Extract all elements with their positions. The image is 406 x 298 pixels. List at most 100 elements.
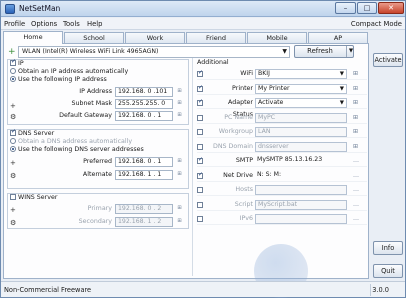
dns-group-label: DNS Server (18, 130, 55, 137)
net-drive-value[interactable]: N: S: M: (255, 171, 347, 181)
subnet-mask-field[interactable]: 255.255.255. 0 (115, 99, 173, 109)
printer-options-icon[interactable]: ⊞ (353, 84, 358, 94)
workgroup-value[interactable]: LAN (255, 127, 347, 137)
workgroup-value-text: LAN (258, 128, 271, 135)
ipv6-options-icon[interactable]: … (353, 214, 359, 224)
mask-copy-icon[interactable]: ⊞ (176, 99, 183, 108)
wins-secondary-copy-icon[interactable]: ⊞ (176, 217, 183, 226)
wifi-options-icon[interactable]: ⊞ (353, 69, 358, 79)
dns-alternate-copy-icon[interactable]: ⊞ (176, 170, 183, 179)
wifi-checkbox[interactable] (197, 69, 203, 77)
wins-primary-field[interactable]: 192.168. 0 . 2 (115, 204, 173, 214)
ip-auto-radio[interactable] (10, 68, 16, 74)
chevron-down-icon: ▼ (339, 71, 344, 77)
tab-ap[interactable]: AP (308, 32, 368, 43)
menu-tools[interactable]: Tools (63, 19, 80, 29)
wins-group-checkbox[interactable] (10, 194, 16, 200)
menu-profile[interactable]: Profile (4, 19, 25, 29)
ip-copy-icon[interactable]: ⊞ (176, 87, 183, 96)
net-drive-options-icon[interactable]: … (353, 171, 359, 181)
tab-home[interactable]: Home (3, 31, 63, 44)
chevron-down-icon: ▼ (339, 100, 344, 106)
hosts-checkbox[interactable] (197, 187, 203, 193)
dns-preferred-copy-icon[interactable]: ⊞ (176, 157, 183, 166)
ipv6-value[interactable] (255, 214, 347, 224)
smtp-value[interactable]: MySMTP 85.13.16.23 (255, 156, 347, 166)
wins-group: WINS Server + Primary 192.168. 0 . 2 ⊞ ⚙… (7, 193, 189, 229)
compact-mode-link[interactable]: Compact Mode (351, 19, 402, 29)
add-adapter-icon[interactable]: + (8, 48, 16, 57)
dns-domain-value[interactable]: dnsserver (255, 141, 347, 152)
wifi-value[interactable]: BKIJ ▼ (255, 69, 347, 79)
script-value[interactable]: MyScript.bat (255, 199, 347, 210)
gateway-settings-icon[interactable]: ⚙ (10, 113, 16, 121)
smtp-options-icon[interactable]: … (353, 156, 359, 166)
add-ip-icon[interactable]: + (10, 102, 16, 110)
gateway-copy-icon[interactable]: ⊞ (176, 111, 183, 120)
dns-manual-radio[interactable] (10, 146, 16, 152)
printer-label: Printer (232, 84, 253, 92)
refresh-dropdown-icon[interactable]: ▼ (346, 46, 355, 57)
wins-primary-copy-icon[interactable]: ⊞ (176, 204, 183, 213)
close-button[interactable]: ✕ (378, 2, 404, 14)
smtp-checkbox[interactable] (197, 156, 203, 164)
pc-name-options-icon[interactable]: ⊞ (353, 113, 358, 123)
add-wins-icon[interactable]: + (10, 206, 16, 214)
maximize-button[interactable]: □ (357, 2, 377, 14)
ipv6-checkbox[interactable] (197, 216, 203, 222)
add-dns-icon[interactable]: + (10, 159, 16, 167)
workgroup-label: Workgroup (218, 128, 253, 135)
printer-checkbox[interactable] (197, 84, 203, 92)
adapter-status-value[interactable]: Activate ▼ (255, 98, 347, 108)
smtp-label: SMTP (235, 157, 253, 164)
ip-manual-radio[interactable] (10, 76, 16, 82)
menu-options[interactable]: Options (31, 19, 57, 29)
dns-domain-checkbox[interactable] (197, 143, 203, 150)
dns-auto-radio[interactable] (10, 138, 16, 144)
menu-help[interactable]: Help (87, 19, 103, 29)
refresh-button[interactable]: Refresh (294, 45, 354, 58)
ip-auto-option[interactable]: Obtain an IP address automatically (10, 68, 128, 76)
activate-button[interactable]: Activate (373, 53, 403, 67)
wins-secondary-field[interactable]: 192.168. 1 . 2 (115, 217, 173, 227)
dns-auto-option[interactable]: Obtain a DNS address automatically (10, 138, 132, 146)
minimize-button[interactable]: – (335, 2, 356, 14)
adapter-select[interactable]: WLAN (Intel(R) Wireless WiFi Link 4965AG… (18, 46, 290, 58)
net-drive-value-text: N: S: M: (257, 170, 282, 178)
workgroup-options-icon[interactable]: ⊞ (353, 127, 358, 137)
dns-alternate-field[interactable]: 192.168. 1 . 1 (115, 170, 173, 180)
dns-group-checkbox[interactable] (10, 128, 16, 136)
workgroup-checkbox[interactable] (197, 129, 203, 135)
ip-manual-option[interactable]: Use the following IP address (10, 76, 107, 84)
hosts-options-icon[interactable]: … (353, 185, 359, 195)
tab-mobile[interactable]: Mobile (247, 32, 307, 43)
dns-settings-icon[interactable]: ⚙ (10, 172, 16, 180)
dns-domain-options-icon[interactable]: ⊞ (353, 142, 358, 152)
additional-row-adapter-status: Adapter StatusActivate▼⊞ (197, 97, 367, 118)
dns-preferred-field[interactable]: 192.168. 0 . 1 (115, 157, 173, 167)
pc-name-checkbox[interactable] (197, 114, 203, 121)
printer-value[interactable]: My Printer ▼ (255, 83, 347, 94)
title-bar: NetSetMan – □ ✕ (1, 1, 405, 17)
ip-address-field[interactable]: 192.168. 0 .101 (115, 87, 173, 97)
net-drive-checkbox[interactable] (197, 171, 203, 179)
script-checkbox[interactable] (197, 201, 203, 208)
info-button[interactable]: Info (373, 241, 403, 255)
tab-work[interactable]: Work (125, 32, 185, 43)
tab-friend[interactable]: Friend (186, 32, 246, 43)
hosts-value[interactable] (255, 185, 347, 195)
default-gateway-field[interactable]: 192.168. 0 . 1 (115, 111, 173, 121)
wins-settings-icon[interactable]: ⚙ (10, 219, 16, 227)
pc-name-value[interactable]: MyPC (255, 112, 347, 123)
ip-group-checkbox[interactable] (10, 58, 16, 66)
window-title: NetSetMan (19, 4, 61, 13)
tab-school[interactable]: School (64, 32, 124, 43)
dns-preferred-label: Preferred (83, 158, 112, 165)
ip-group-label: IP (18, 60, 24, 67)
dns-manual-option[interactable]: Use the following DNS server addresses (10, 146, 144, 154)
ip-manual-label: Use the following IP address (18, 76, 107, 83)
adapter-status-options-icon[interactable]: ⊞ (353, 98, 358, 108)
quit-button[interactable]: Quit (373, 264, 403, 278)
adapter-status-checkbox[interactable] (197, 98, 203, 106)
script-options-icon[interactable]: … (353, 200, 359, 210)
